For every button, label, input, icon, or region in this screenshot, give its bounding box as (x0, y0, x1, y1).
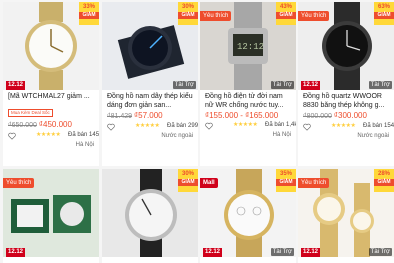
old-price: ₫800.000 (303, 113, 332, 120)
product-card[interactable]: Mall 35% GIẢM 12.12 Tài Trợ (200, 169, 296, 263)
sale-label: 12.12 (6, 81, 26, 90)
price-row: ₫155.000 - ₫165.000 (205, 110, 291, 121)
deal-tag: Mua Kèm Deal Sốc (8, 109, 53, 117)
discount-badge: 30% GIẢM (178, 169, 198, 192)
location: Nước ngoài (161, 133, 193, 139)
product-image[interactable]: Yêu thích 28% GIẢM 12.12 Tài Trợ (298, 169, 394, 257)
new-price: ₫450.000 (38, 120, 72, 129)
product-info: Đồng hồ nam dây thép kiểu dáng đơn giản … (102, 92, 198, 141)
sale-strip: 12.12 (3, 81, 99, 90)
product-info: [Mã WTCHMAL27 giảm ... Mua Kèm Deal Sốc … (3, 92, 99, 150)
sold-count: Đã bán 1,4k (265, 122, 296, 128)
discount-badge: 28% GIẢM (374, 169, 394, 192)
favorite-badge: Yêu thích (298, 11, 330, 21)
discount-badge: 33% GIẢM (79, 2, 99, 25)
price-row: ₫81.429 ₫57.000 (107, 110, 193, 122)
discount-badge: 63% GIẢM (374, 2, 394, 25)
product-grid: 33% GIẢM 12.12 [Mã WTCHMAL27 giảm ... Mu… (0, 0, 394, 263)
location: Hà Nội (272, 132, 291, 138)
product-card[interactable]: 12:12 Yêu thích 43% GIẢM Tài Trợ Đồng hồ… (200, 2, 296, 166)
product-name[interactable]: Đồng hồ điện tử đời nam nữ WR chống nước… (205, 92, 291, 110)
new-price: ₫57.000 (134, 111, 163, 120)
product-image[interactable]: 30% GIẢM (102, 169, 198, 257)
sponsored-tag: Tài Trợ (368, 248, 392, 256)
product-card[interactable]: Yêu thích 63% GIẢM 12.12 Tài Trợ Đồng hồ… (298, 2, 394, 166)
discount-badge: 35% GIẢM (276, 169, 296, 192)
product-info: Đồng hồ quartz WWOOR 8830 băng thép khôn… (298, 92, 394, 141)
meta-row: ★★★★★ Đã bán 299 (107, 122, 198, 132)
sale-label: 12.12 (6, 248, 26, 257)
rating-stars: ★★★★★ (233, 122, 258, 128)
location: Hà Nội (75, 142, 94, 148)
sold-count: Đã bán 145 (68, 132, 99, 138)
product-name[interactable]: Đồng hồ nam dây thép kiểu dáng đơn giản … (107, 92, 193, 110)
product-card[interactable]: 30% GIẢM (102, 169, 198, 263)
sale-label: 12.12 (301, 248, 321, 257)
product-image[interactable]: Mall 35% GIẢM 12.12 Tài Trợ (200, 169, 296, 257)
product-image[interactable]: 30% GIẢM Tài Trợ (102, 2, 198, 90)
sponsored-tag: Tài Trợ (172, 81, 196, 89)
heart-icon[interactable] (8, 132, 16, 140)
product-image[interactable]: 33% GIẢM 12.12 (3, 2, 99, 90)
rating-stars: ★★★★★ (331, 123, 356, 129)
sale-label: 12.12 (301, 81, 321, 90)
discount-badge: 30% GIẢM (178, 2, 198, 25)
old-price: ₫81.429 (107, 113, 133, 120)
discount-badge: 43% GIẢM (276, 2, 296, 25)
favorite-badge: Yêu thích (3, 178, 35, 188)
sponsored-tag: Tài Trợ (270, 248, 294, 256)
product-name[interactable]: Đồng hồ quartz WWOOR 8830 băng thép khôn… (303, 92, 389, 110)
sale-label: 12.12 (203, 248, 223, 257)
price-row: ₫650.000 ₫450.000 (8, 119, 94, 131)
meta-row: ★★★★★ Đã bán 145 (8, 131, 99, 141)
meta-row: ★★★★★ Đã bán 1,4k (205, 121, 296, 131)
product-info: Đồng hồ điện tử đời nam nữ WR chống nước… (200, 92, 296, 140)
product-image[interactable]: Yêu thích 12.12 (3, 169, 99, 257)
sold-count: Đã bán 299 (167, 123, 198, 129)
product-image[interactable]: Yêu thích 63% GIẢM 12.12 Tài Trợ (298, 2, 394, 90)
heart-icon[interactable] (303, 123, 311, 131)
heart-icon[interactable] (107, 123, 115, 131)
meta-row: ★★★★★ Đã bán 154 (303, 122, 394, 132)
product-card[interactable]: Yêu thích 28% GIẢM 12.12 Tài Trợ (298, 169, 394, 263)
rating-stars: ★★★★★ (135, 123, 160, 129)
product-name[interactable]: [Mã WTCHMAL27 giảm ... (8, 92, 94, 101)
product-card[interactable]: Yêu thích 12.12 (3, 169, 99, 263)
location: Nước ngoài (357, 133, 389, 139)
new-price: ₫300.000 (333, 111, 367, 120)
sold-count: Đã bán 154 (363, 123, 394, 129)
old-price: ₫650.000 (8, 122, 37, 129)
heart-icon[interactable] (205, 122, 213, 130)
mall-badge: Mall (200, 178, 218, 188)
rating-stars: ★★★★★ (36, 132, 61, 138)
product-card[interactable]: 33% GIẢM 12.12 [Mã WTCHMAL27 giảm ... Mu… (3, 2, 99, 166)
sponsored-tag: Tài Trợ (368, 81, 392, 89)
product-image[interactable]: 12:12 Yêu thích 43% GIẢM Tài Trợ (200, 2, 296, 90)
new-price: ₫155.000 - ₫165.000 (205, 111, 279, 120)
favorite-badge: Yêu thích (298, 178, 330, 188)
product-card[interactable]: 30% GIẢM Tài Trợ Đồng hồ nam dây thép ki… (102, 2, 198, 166)
price-row: ₫800.000 ₫300.000 (303, 110, 389, 122)
sponsored-tag: Tài Trợ (270, 81, 294, 89)
favorite-badge: Yêu thích (200, 11, 232, 21)
sale-strip: 12.12 (3, 248, 99, 257)
svg-text:12:12: 12:12 (237, 42, 264, 52)
